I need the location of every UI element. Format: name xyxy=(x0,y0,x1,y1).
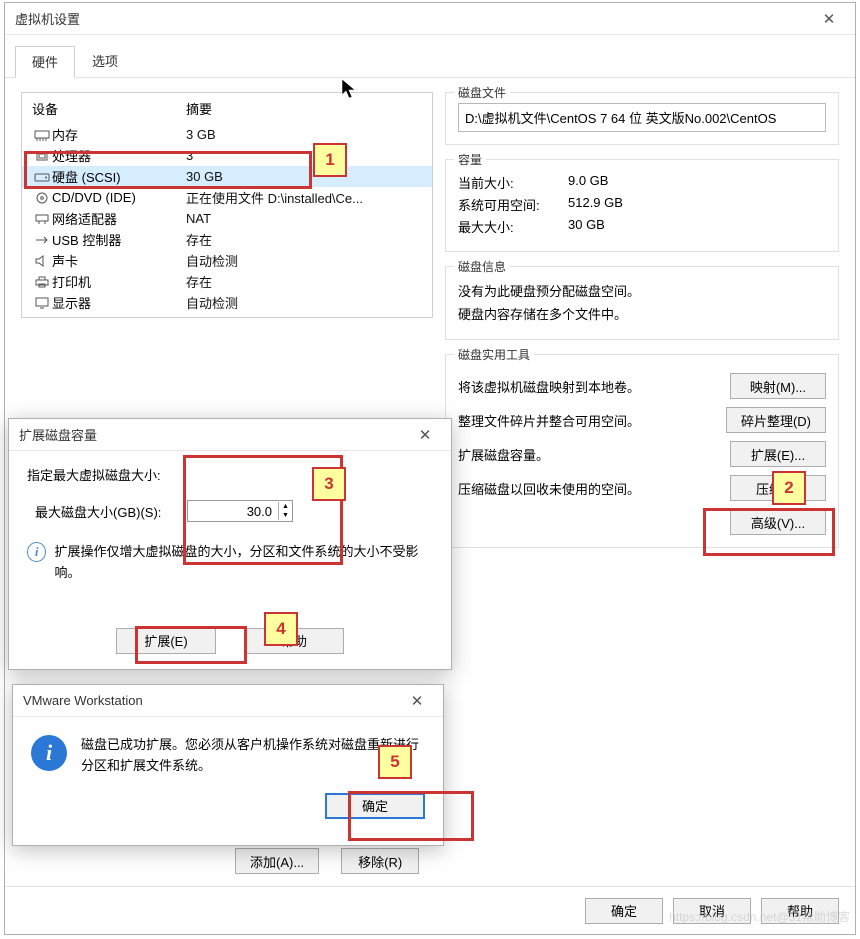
add-button[interactable]: 添加(A)... xyxy=(235,848,319,874)
free-space-value: 512.9 GB xyxy=(568,195,623,214)
current-size-value: 9.0 GB xyxy=(568,173,608,192)
max-size-label: 最大磁盘大小(GB)(S): xyxy=(27,502,187,521)
group-title: 磁盘文件 xyxy=(454,84,510,101)
hw-summary: 自动检测 xyxy=(186,251,422,270)
hw-summary: 存在 xyxy=(186,230,422,249)
expand-button[interactable]: 扩展(E)... xyxy=(730,441,826,467)
disk-info-line: 没有为此硬盘预分配磁盘空间。 xyxy=(458,281,826,300)
cd-icon xyxy=(32,191,52,205)
hardware-row-net[interactable]: 网络适配器NAT xyxy=(22,208,432,229)
group-title: 磁盘实用工具 xyxy=(454,346,534,363)
disk-file-field[interactable]: D:\虚拟机文件\CentOS 7 64 位 英文版No.002\CentOS xyxy=(458,103,826,132)
cursor-icon xyxy=(340,78,358,100)
callout-3: 3 xyxy=(312,467,346,501)
close-icon[interactable]: ✕ xyxy=(813,10,845,28)
hardware-row-cd[interactable]: CD/DVD (IDE)正在使用文件 D:\installed\Ce... xyxy=(22,187,432,208)
add-remove-row: 添加(A)... 移除(R) xyxy=(235,848,419,874)
max-size-value: 30 GB xyxy=(568,217,605,236)
hw-name: 声卡 xyxy=(52,251,186,270)
hardware-row-display[interactable]: 显示器自动检测 xyxy=(22,292,432,313)
message-text: 磁盘已成功扩展。您必须从客户机操作系统对磁盘重新进行分区和扩展文件系统。 xyxy=(81,735,425,777)
col-summary: 摘要 xyxy=(186,99,422,118)
callout-box-1 xyxy=(24,151,312,189)
defrag-button[interactable]: 碎片整理(D) xyxy=(726,407,826,433)
info-icon: i xyxy=(31,735,67,771)
expand-desc: 扩展磁盘容量。 xyxy=(458,445,730,464)
ok-button[interactable]: 确定 xyxy=(585,898,663,924)
dialog-buttons: 确定 取消 帮助 xyxy=(5,886,855,934)
hw-summary: NAT xyxy=(186,211,422,226)
hardware-row-memory[interactable]: 内存3 GB xyxy=(22,124,432,145)
window-title: 虚拟机设置 xyxy=(15,9,813,28)
current-size-label: 当前大小: xyxy=(458,173,568,192)
hardware-list: 设备 摘要 内存3 GB 处理器3 硬盘 (SCSI)30 GB CD/DVD … xyxy=(21,92,433,318)
map-button[interactable]: 映射(M)... xyxy=(730,373,826,399)
sound-icon xyxy=(32,254,52,268)
printer-icon xyxy=(32,275,52,289)
group-disk-file: 磁盘文件 D:\虚拟机文件\CentOS 7 64 位 英文版No.002\Ce… xyxy=(445,92,839,145)
group-capacity: 容量 当前大小:9.0 GB 系统可用空间:512.9 GB 最大大小:30 G… xyxy=(445,159,839,252)
cancel-button[interactable]: 取消 xyxy=(673,898,751,924)
callout-5: 5 xyxy=(378,745,412,779)
help-button[interactable]: 帮助 xyxy=(761,898,839,924)
group-title: 容量 xyxy=(454,151,486,168)
callout-2: 2 xyxy=(772,471,806,505)
callout-4: 4 xyxy=(264,612,298,646)
tabs: 硬件 选项 xyxy=(5,35,855,78)
callout-1: 1 xyxy=(313,143,347,177)
compact-desc: 压缩磁盘以回收未使用的空间。 xyxy=(458,479,730,498)
titlebar: VMware Workstation ✕ xyxy=(13,685,443,717)
hardware-row-printer[interactable]: 打印机存在 xyxy=(22,271,432,292)
hw-name: 显示器 xyxy=(52,293,186,312)
info-icon: i xyxy=(27,542,46,562)
group-disk-info: 磁盘信息 没有为此硬盘预分配磁盘空间。 硬盘内容存储在多个文件中。 xyxy=(445,266,839,340)
dialog-title: 扩展磁盘容量 xyxy=(19,425,409,444)
hw-name: CD/DVD (IDE) xyxy=(52,190,186,205)
callout-box-4 xyxy=(135,626,247,664)
col-device: 设备 xyxy=(32,99,186,118)
remove-button[interactable]: 移除(R) xyxy=(341,848,419,874)
tab-options[interactable]: 选项 xyxy=(75,45,135,77)
defrag-desc: 整理文件碎片并整合可用空间。 xyxy=(458,411,726,430)
hw-name: 打印机 xyxy=(52,272,186,291)
group-title: 磁盘信息 xyxy=(454,258,510,275)
usb-icon xyxy=(32,233,52,247)
network-icon xyxy=(32,212,52,226)
hardware-row-sound[interactable]: 声卡自动检测 xyxy=(22,250,432,271)
memory-icon xyxy=(32,128,52,142)
dialog-title: VMware Workstation xyxy=(23,693,401,708)
hw-name: 内存 xyxy=(52,125,186,144)
close-icon[interactable]: ✕ xyxy=(409,426,441,444)
max-size-label: 最大大小: xyxy=(458,217,568,236)
map-desc: 将该虚拟机磁盘映射到本地卷。 xyxy=(458,377,730,396)
free-space-label: 系统可用空间: xyxy=(458,195,568,214)
disk-info-line: 硬盘内容存储在多个文件中。 xyxy=(458,304,826,323)
callout-box-2 xyxy=(703,508,835,556)
hw-summary: 正在使用文件 D:\installed\Ce... xyxy=(186,188,422,207)
display-icon xyxy=(32,296,52,310)
hw-summary: 存在 xyxy=(186,272,422,291)
hw-name: 网络适配器 xyxy=(52,209,186,228)
hw-name: USB 控制器 xyxy=(52,230,186,249)
close-icon[interactable]: ✕ xyxy=(401,692,433,710)
titlebar: 虚拟机设置 ✕ xyxy=(5,3,855,35)
hw-summary: 自动检测 xyxy=(186,293,422,312)
hardware-row-usb[interactable]: USB 控制器存在 xyxy=(22,229,432,250)
hw-summary: 3 GB xyxy=(186,127,422,142)
callout-box-5 xyxy=(348,791,474,841)
tab-hardware[interactable]: 硬件 xyxy=(15,46,75,78)
hardware-list-header: 设备 摘要 xyxy=(22,99,432,124)
titlebar: 扩展磁盘容量 ✕ xyxy=(9,419,451,451)
